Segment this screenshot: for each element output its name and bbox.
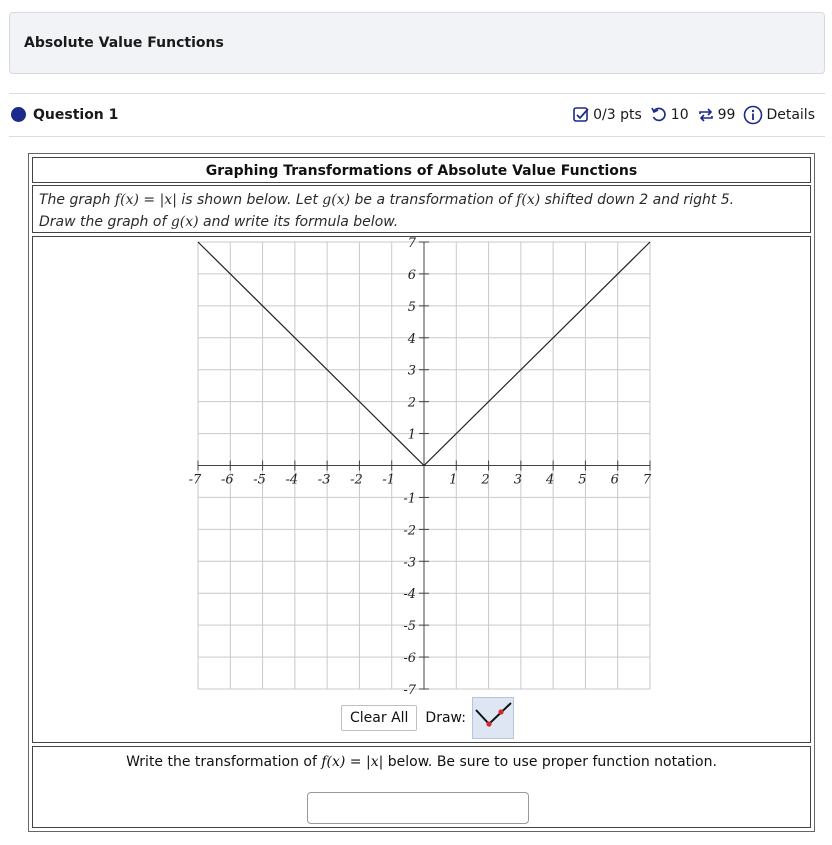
y-tick-label: -5: [403, 619, 416, 634]
y-tick-label: 1: [408, 428, 416, 443]
checkbox-icon: [573, 107, 589, 122]
y-tick-label: 5: [408, 300, 416, 315]
problem-statement: The graph f(x) = |x| is shown below. Let…: [32, 185, 811, 233]
retries-count: 10: [670, 107, 689, 123]
x-tick-label: -1: [382, 473, 395, 488]
clear-all-button[interactable]: Clear All: [341, 705, 418, 731]
x-tick-label: 4: [545, 473, 554, 488]
divider: [9, 136, 825, 137]
y-tick-label: -1: [403, 491, 416, 506]
info-icon: [744, 105, 763, 125]
y-tick-label: -4: [403, 587, 416, 602]
y-tick-label: -3: [403, 555, 416, 570]
problem-line-1: The graph f(x) = |x| is shown below. Let…: [39, 192, 735, 208]
question-status-dot: [11, 107, 26, 122]
repeat-icon: [698, 108, 713, 122]
score-group: 0/3 pts: [572, 106, 642, 124]
x-tick-label: 6: [611, 473, 619, 488]
retries-group: 10: [650, 106, 689, 124]
x-tick-label: -7: [189, 473, 202, 488]
y-tick-label: 4: [407, 332, 416, 347]
question-stats: 0/3 pts 10 99 Details: [572, 105, 815, 125]
y-tick-label: -6: [403, 651, 416, 666]
retry-icon: [651, 107, 666, 122]
attempts-count: 99: [717, 107, 736, 123]
x-tick-label: -4: [286, 473, 299, 488]
y-tick-label: 2: [407, 396, 416, 411]
graph-canvas[interactable]: -7 -6 -5 -4 -3 -2 -1 1 2 3 4 5 6 7 7 6 5 4 3 2 1 -1 -2 -3 -4 -5 -6…: [33, 237, 810, 742]
x-tick-label: 7: [643, 473, 652, 488]
x-tick-label: -2: [350, 473, 363, 488]
draw-label: Draw:: [425, 710, 466, 726]
y-tick-label: 6: [408, 268, 416, 283]
y-tick-label: 7: [408, 237, 417, 251]
problem-title: Graphing Transformations of Absolute Val…: [32, 157, 811, 183]
answer-prompt: Write the transformation of f(x) = |x| b…: [126, 754, 717, 770]
answer-input[interactable]: [307, 792, 529, 824]
question-table: Graphing Transformations of Absolute Val…: [28, 153, 815, 832]
x-tick-label: -3: [318, 473, 331, 488]
score-text: 0/3 pts: [593, 107, 642, 123]
graph-toolbar: Clear All Draw:: [341, 697, 514, 739]
x-tick-label: 5: [578, 473, 586, 488]
answer-panel: Write the transformation of f(x) = |x| b…: [32, 746, 811, 828]
x-tick-label: -6: [221, 473, 234, 488]
y-tick-label: 3: [408, 364, 416, 379]
absolute-value-tool-button[interactable]: [471, 697, 514, 739]
assignment-title: Absolute Value Functions: [24, 35, 224, 51]
details-label[interactable]: Details: [766, 107, 815, 123]
y-tick-label: -7: [403, 683, 416, 698]
divider: [9, 93, 825, 94]
graph-panel: -7 -6 -5 -4 -3 -2 -1 1 2 3 4 5 6 7 7 6 5 4 3 2 1 -1 -2 -3 -4 -5 -6…: [32, 236, 811, 743]
question-label: Question 1: [33, 107, 119, 123]
x-tick-label: 1: [449, 473, 457, 488]
absolute-value-tool-icon: [475, 702, 512, 727]
y-tick-label: -2: [403, 523, 416, 538]
assignment-header: Absolute Value Functions: [9, 12, 825, 74]
problem-line-2: Draw the graph of g(x) and write its for…: [39, 214, 399, 230]
x-tick-label: 3: [514, 473, 522, 488]
details-toggle[interactable]: Details: [743, 105, 815, 125]
question-header: Question 1 0/3 pts 10 99 Details: [9, 104, 825, 128]
x-tick-label: 2: [480, 473, 489, 488]
attempts-group: 99: [697, 106, 736, 124]
x-tick-label: -5: [253, 473, 266, 488]
